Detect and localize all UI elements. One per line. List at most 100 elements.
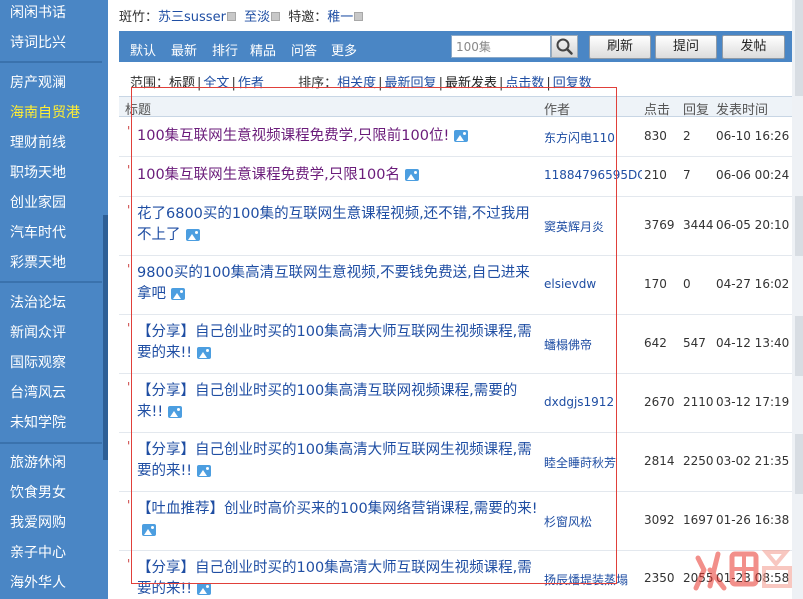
post-title[interactable]: 【分享】自己创业时买的100集高清大师互联网生视频课程,需要的来!!	[137, 558, 541, 599]
tab-default[interactable]: 默认	[130, 40, 156, 59]
sidebar-item[interactable]: 创业家园	[10, 192, 66, 212]
post-author[interactable]: 东方闪电110	[544, 129, 642, 146]
table-row: ' 100集互联网生意视频课程免费学,只限前100位! 东方闪电110 830 …	[119, 118, 792, 157]
post-author[interactable]: 扬辰燔堤装蒸塌	[544, 571, 642, 588]
message-icon[interactable]	[354, 12, 364, 21]
sort-relevance[interactable]: 相关度	[337, 76, 376, 91]
post-title[interactable]: 100集互联网生意视频课程免费学,只限前100位!	[137, 126, 541, 147]
toolbar: 默认 最新 排行 精品 问答 更多 刷新 提问 发帖	[119, 31, 792, 62]
column-title: 标题	[125, 103, 152, 118]
post-title[interactable]: 【分享】自己创业时买的100集高清大师互联网生视频课程,需要的来!!	[137, 440, 541, 482]
column-replies: 回复	[683, 103, 710, 118]
divider: |	[231, 76, 236, 91]
tab-latest[interactable]: 最新	[171, 40, 197, 59]
image-icon	[197, 583, 212, 595]
sidebar-item[interactable]: 理财前线	[10, 132, 66, 152]
post-title[interactable]: 【分享】自己创业时买的100集高清大师互联网生视频课程,需要的来!!	[137, 322, 541, 364]
bullet-icon: '	[127, 498, 131, 512]
sort-replies[interactable]: 回复数	[553, 76, 592, 91]
post-replies: 2110	[683, 395, 714, 409]
bullet-icon: '	[127, 163, 131, 177]
sidebar-item[interactable]: 亲子中心	[10, 542, 66, 562]
ask-button[interactable]: 提问	[655, 35, 717, 59]
image-icon	[185, 229, 200, 241]
post-author[interactable]: 睦全睡莳秋芳	[544, 454, 642, 471]
table-row: ' 9800买的100集高清互联网生意视频,不要钱免费送,自己进来拿吧 elsi…	[119, 256, 792, 315]
moderator-label: 斑竹：	[119, 10, 159, 25]
sidebar-item[interactable]: 未知学院	[10, 412, 66, 432]
sort-clicks[interactable]: 点击数	[505, 76, 544, 91]
sidebar-scrollbar[interactable]	[103, 215, 108, 460]
sidebar-item[interactable]: 新闻众评	[10, 322, 66, 342]
post-time: 04-12 13:40	[716, 336, 790, 350]
sidebar-item[interactable]: 职场天地	[10, 162, 66, 182]
sidebar-item[interactable]: 旅游休闲	[10, 452, 66, 472]
message-icon[interactable]	[271, 12, 281, 21]
sidebar-item[interactable]: 房产观澜	[10, 72, 66, 92]
filter-bar: 范围：标题 | 全文 | 作者 排序：相关度 | 最新回复 | 最新发表 | 点击数 | 回复数	[130, 72, 592, 91]
sort-latest-reply[interactable]: 最新回复	[385, 76, 437, 91]
sidebar-item[interactable]: 海外华人	[10, 572, 66, 592]
gutter-strip	[795, 196, 803, 256]
range-author[interactable]: 作者	[238, 76, 264, 91]
bullet-icon: '	[127, 321, 131, 335]
post-clicks: 2670	[644, 395, 675, 409]
table-row: ' 【分享】自己创业时买的100集高清互联网视频课程,需要的来!! dxdgjs…	[119, 374, 792, 433]
divider: |	[197, 76, 202, 91]
post-title[interactable]: 【吐血推荐】创业时高价买来的100集网络营销课程,需要的来!	[137, 499, 541, 541]
image-icon	[404, 169, 419, 181]
post-replies: 0	[683, 277, 691, 291]
sidebar-item[interactable]: 法治论坛	[10, 292, 66, 312]
post-title[interactable]: 9800买的100集高清互联网生意视频,不要钱免费送,自己进来拿吧	[137, 263, 541, 305]
moderator-line: 斑竹：苏三susser 至淡 特邀：稚一	[119, 6, 367, 25]
post-replies: 7	[683, 168, 691, 182]
post-author[interactable]: dxdgjs1912	[544, 395, 642, 409]
post-replies: 547	[683, 336, 706, 350]
post-clicks: 830	[644, 129, 667, 143]
post-replies: 2250	[683, 454, 714, 468]
moderator-link[interactable]: 苏三susser	[158, 10, 226, 25]
tab-featured[interactable]: 精品	[250, 40, 276, 59]
post-author[interactable]: 11884796595DO	[544, 168, 642, 182]
image-icon	[197, 347, 212, 359]
sidebar-item-active[interactable]: 海南自贸港	[10, 102, 80, 122]
search-input[interactable]	[451, 35, 551, 58]
sidebar-item[interactable]: 汽车时代	[10, 222, 66, 242]
bullet-icon: '	[127, 124, 131, 138]
post-author[interactable]: elsievdw	[544, 277, 642, 291]
tab-more[interactable]: 更多	[331, 40, 357, 59]
post-clicks: 3092	[644, 513, 675, 527]
post-author[interactable]: 杉窗风松	[544, 513, 642, 530]
sidebar-item[interactable]: 彩票天地	[10, 252, 66, 272]
post-clicks: 2350	[644, 571, 675, 585]
sidebar-item[interactable]: 台湾风云	[10, 382, 66, 402]
sidebar-item[interactable]: 饮食男女	[10, 482, 66, 502]
range-fulltext[interactable]: 全文	[203, 76, 229, 91]
table-header: 标题 作者 点击 回复 发表时间	[119, 96, 792, 118]
sort-label: 排序：	[298, 76, 338, 91]
sidebar-item[interactable]: 诗词比兴	[10, 32, 66, 52]
sidebar: 闲闲书话 诗词比兴 房产观澜 海南自贸港 理财前线 职场天地 创业家园 汽车时代…	[0, 0, 108, 599]
divider: |	[498, 76, 504, 91]
post-author[interactable]: 窦英辉月炎	[544, 218, 642, 235]
tab-ranking[interactable]: 排行	[212, 40, 238, 59]
search-button[interactable]	[551, 35, 578, 58]
post-button[interactable]: 发帖	[722, 35, 785, 59]
post-title[interactable]: 【分享】自己创业时买的100集高清互联网视频课程,需要的来!!	[137, 381, 541, 423]
guest-link[interactable]: 稚一	[327, 10, 353, 25]
sort-latest-post[interactable]: 最新发表	[445, 76, 497, 91]
tab-qa[interactable]: 问答	[291, 40, 317, 59]
message-icon[interactable]	[226, 12, 236, 21]
moderator-link[interactable]: 至淡	[244, 10, 270, 25]
sidebar-item[interactable]: 闲闲书话	[10, 2, 66, 22]
post-title[interactable]: 花了6800买的100集的互联网生意课程视频,还不错,不过我用不上了	[137, 204, 541, 246]
sidebar-item[interactable]: 我爱网购	[10, 512, 66, 532]
sidebar-item[interactable]: 国际观察	[10, 352, 66, 372]
bullet-icon: '	[127, 262, 131, 276]
post-title[interactable]: 100集互联网生意课程免费学,只限100名	[137, 165, 541, 186]
post-author[interactable]: 蟠榻佛帝	[544, 336, 642, 353]
range-title[interactable]: 标题	[169, 76, 195, 91]
refresh-button[interactable]: 刷新	[589, 35, 651, 59]
watermark-logo	[693, 550, 792, 591]
bullet-icon: '	[127, 557, 131, 571]
